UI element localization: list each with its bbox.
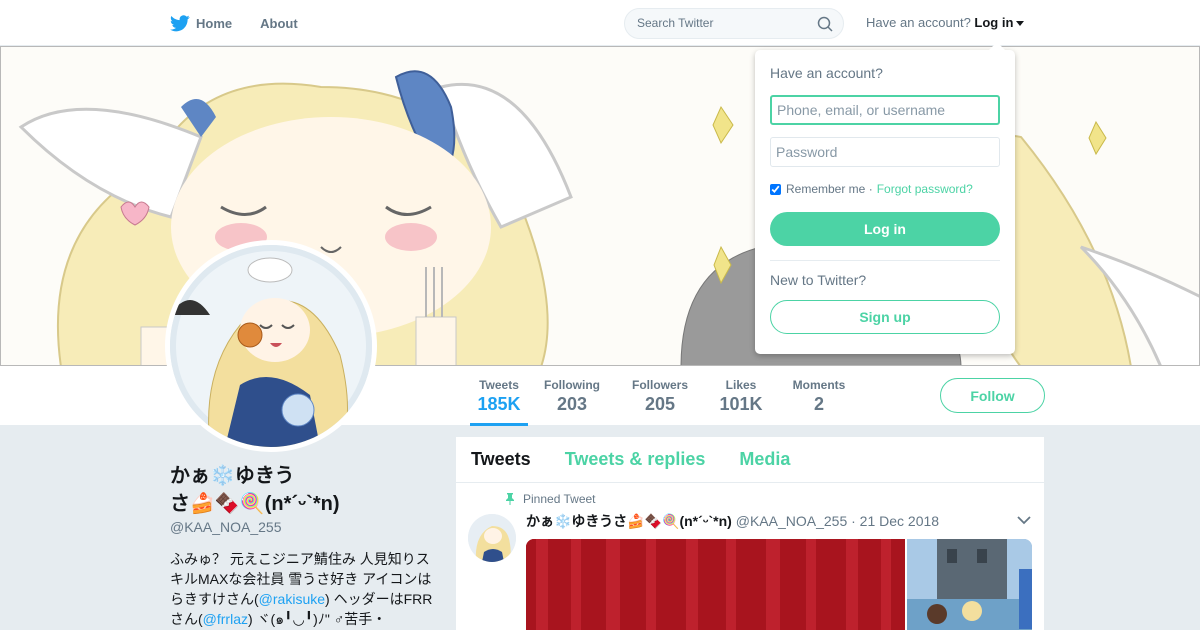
caret-down-icon <box>1016 21 1025 27</box>
profile-name-line1: かぁ❄️ゆきう <box>170 465 295 487</box>
home-label: Home <box>196 15 233 31</box>
nav-left: Home About <box>170 0 326 46</box>
profile-handle[interactable]: @KAA_NOA_255 <box>170 519 282 535</box>
have-account-text: Have an account? <box>866 15 971 30</box>
chevron-down-icon[interactable] <box>1017 515 1031 525</box>
timeline: Tweets Tweets & replies Media Pinned Twe… <box>456 437 1044 630</box>
username-field[interactable] <box>770 95 1000 125</box>
bio-mention-frrlaz[interactable]: @frrlaz <box>203 611 248 627</box>
stat-tweets[interactable]: Tweets 185K <box>470 378 528 426</box>
login-dropdown-toggle[interactable]: Log in <box>974 15 1025 30</box>
tweet-header: かぁ❄️ゆきうさ🍰🍫🍭(n*´ᵕ`*n) @KAA_NOA_255 · 21 D… <box>526 511 939 531</box>
tab-tweets[interactable]: Tweets <box>471 449 531 470</box>
tab-media[interactable]: Media <box>739 449 790 470</box>
timeline-tabs: Tweets Tweets & replies Media <box>456 437 1044 483</box>
profile-name-line2: さ🍰🍫🍭(n*´ᵕ`*n) <box>170 493 340 515</box>
pin-icon <box>506 493 514 505</box>
avatar-image <box>170 245 372 447</box>
profile-bio: ふみゅ？ 元えこジニア鯖住み 人見知りスキルMAXな会社員 雪うさ好き アイコン… <box>170 549 435 629</box>
profile-name: かぁ❄️ゆきう さ🍰🍫🍭(n*´ᵕ`*n) <box>170 462 430 518</box>
stat-likes-label: Likes <box>725 378 757 392</box>
search-box[interactable] <box>624 8 844 39</box>
tweet-date[interactable]: · 21 Dec 2018 <box>851 513 939 529</box>
stat-moments-label: Moments <box>792 378 846 392</box>
stat-tweets-label: Tweets <box>479 378 519 392</box>
password-field[interactable] <box>770 137 1000 167</box>
media-2-image <box>907 539 1032 630</box>
search-input[interactable] <box>637 16 807 30</box>
tweet-avatar[interactable] <box>468 514 516 562</box>
remember-separator: · <box>868 182 873 196</box>
remember-me-checkbox[interactable] <box>770 183 781 195</box>
stat-following-value: 203 <box>556 394 588 414</box>
stat-followers-label: Followers <box>631 378 688 392</box>
stat-moments[interactable]: Moments 2 <box>792 378 846 426</box>
forgot-password-link[interactable]: Forgot password? <box>877 182 973 196</box>
search-icon[interactable] <box>817 16 833 32</box>
home-link[interactable]: Home <box>170 14 233 32</box>
media-1-image <box>526 539 905 630</box>
remember-me[interactable]: Remember me · Forgot password? <box>770 182 973 196</box>
bio-text-3: ) ヾ(๑╹◡╹)ﾉ" ♂苦手・ <box>248 611 387 627</box>
stat-following[interactable]: Following 203 <box>543 378 601 426</box>
stat-moments-value: 2 <box>813 394 824 414</box>
dropdown-divider <box>770 260 1000 261</box>
dropdown-arrow <box>989 42 1005 50</box>
pinned-text: Pinned Tweet <box>523 492 596 506</box>
tweet-media-2[interactable] <box>907 539 1032 630</box>
stat-likes-value: 101K <box>719 394 763 414</box>
about-link[interactable]: About <box>260 16 298 31</box>
profile-avatar[interactable] <box>165 240 377 452</box>
tweet-author-name[interactable]: かぁ❄️ゆきうさ🍰🍫🍭(n*´ᵕ`*n) <box>526 513 732 529</box>
new-to-twitter-text: New to Twitter? <box>770 272 867 288</box>
tweet-avatar-illustration <box>468 514 516 562</box>
follow-button[interactable]: Follow <box>940 378 1045 413</box>
twitter-bird-icon <box>170 14 190 31</box>
stat-tweets-value: 185K <box>477 394 521 414</box>
signup-button[interactable]: Sign up <box>770 300 1000 334</box>
avatar-illustration <box>170 245 372 447</box>
pinned-tweet-label: Pinned Tweet <box>505 492 596 506</box>
bio-mention-rakisuke[interactable]: @rakisuke <box>259 591 325 607</box>
stat-followers[interactable]: Followers 205 <box>631 378 689 426</box>
stat-following-label: Following <box>544 378 600 392</box>
login-link-label: Log in <box>974 15 1014 30</box>
dropdown-title: Have an account? <box>770 65 883 81</box>
top-navigation: Home About Have an account? Log in <box>0 0 1200 46</box>
stat-likes[interactable]: Likes 101K <box>714 378 768 426</box>
login-dropdown: Have an account? Remember me · Forgot pa… <box>755 42 1015 354</box>
tweet-media-1[interactable] <box>526 539 905 630</box>
stat-followers-value: 205 <box>644 394 676 414</box>
login-button[interactable]: Log in <box>770 212 1000 246</box>
remember-me-label: Remember me <box>786 182 866 196</box>
account-area: Have an account? Log in <box>866 15 1025 30</box>
tab-tweets-replies[interactable]: Tweets & replies <box>565 449 706 470</box>
tweet-author-handle[interactable]: @KAA_NOA_255 <box>736 513 848 529</box>
